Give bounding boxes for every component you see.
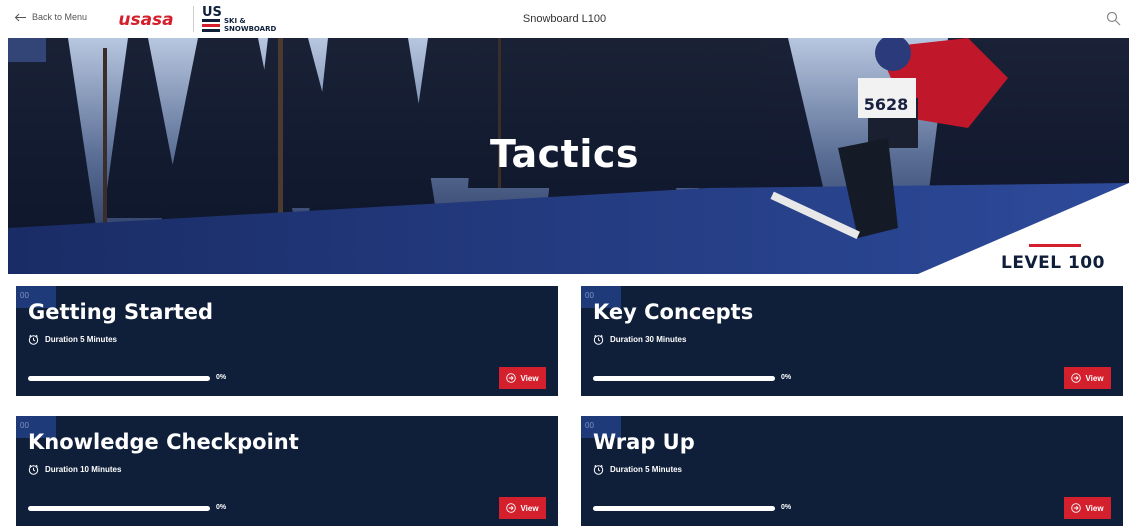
level-label: LEVEL 100 — [1001, 253, 1105, 273]
module-card[interactable]: 00 Wrap Up Duration 5 Minutes 0% View — [581, 416, 1123, 526]
card-title: Knowledge Checkpoint — [28, 430, 299, 454]
view-button[interactable]: View — [1064, 497, 1111, 519]
card-duration: Duration 30 Minutes — [593, 334, 686, 345]
card-duration-label: Duration 30 Minutes — [610, 335, 687, 344]
view-button-label: View — [520, 373, 539, 383]
module-card[interactable]: 00 Knowledge Checkpoint Duration 10 Minu… — [16, 416, 558, 526]
hero-title: Tactics — [489, 132, 640, 176]
progress-percent: 0% — [781, 374, 792, 381]
clock-icon — [28, 334, 39, 345]
view-button-label: View — [520, 503, 539, 513]
arrow-circle-right-icon — [506, 503, 517, 513]
card-tag-text: 00 — [20, 291, 29, 300]
view-button[interactable]: View — [1064, 367, 1111, 389]
card-duration: Duration 10 Minutes — [28, 464, 121, 475]
card-tag-text: 00 — [20, 421, 29, 430]
module-card[interactable]: 00 Key Concepts Duration 30 Minutes 0% V… — [581, 286, 1123, 396]
view-button[interactable]: View — [499, 497, 546, 519]
clock-icon — [593, 334, 604, 345]
view-button-label: View — [1085, 503, 1104, 513]
card-duration-label: Duration 5 Minutes — [610, 465, 683, 474]
progress-percent: 0% — [216, 504, 227, 511]
arrow-circle-right-icon — [1071, 503, 1082, 513]
progress-bar — [28, 506, 210, 511]
level-accent-line — [1029, 244, 1081, 247]
progress-bar — [28, 376, 210, 381]
card-duration-label: Duration 10 Minutes — [45, 465, 122, 474]
bib-number: 5628 — [864, 95, 909, 114]
top-bar: Back to Menu usasa US SKI & SNOWBOARD Sn… — [0, 0, 1129, 38]
hero-tag-badge — [8, 38, 46, 62]
progress-percent: 0% — [781, 504, 792, 511]
progress-percent: 0% — [216, 374, 227, 381]
card-duration: Duration 5 Minutes — [28, 334, 117, 345]
page-title: Snowboard L100 — [522, 13, 607, 25]
view-button[interactable]: View — [499, 367, 546, 389]
card-title: Key Concepts — [593, 300, 754, 324]
card-title: Wrap Up — [593, 430, 695, 454]
card-duration: Duration 5 Minutes — [593, 464, 682, 475]
us-logo-line2: SNOWBOARD — [224, 25, 276, 33]
progress-bar — [593, 376, 775, 381]
card-tag-text: 00 — [585, 421, 594, 430]
card-tag-text: 00 — [585, 291, 594, 300]
arrow-circle-right-icon — [506, 373, 517, 383]
clock-icon — [593, 464, 604, 475]
search-icon[interactable] — [1106, 11, 1121, 26]
card-title: Getting Started — [28, 300, 214, 324]
card-duration-label: Duration 5 Minutes — [45, 335, 118, 344]
module-card[interactable]: 00 Getting Started Duration 5 Minutes 0%… — [16, 286, 558, 396]
clock-icon — [28, 464, 39, 475]
view-button-label: View — [1085, 373, 1104, 383]
arrow-circle-right-icon — [1071, 373, 1082, 383]
progress-bar — [593, 506, 775, 511]
